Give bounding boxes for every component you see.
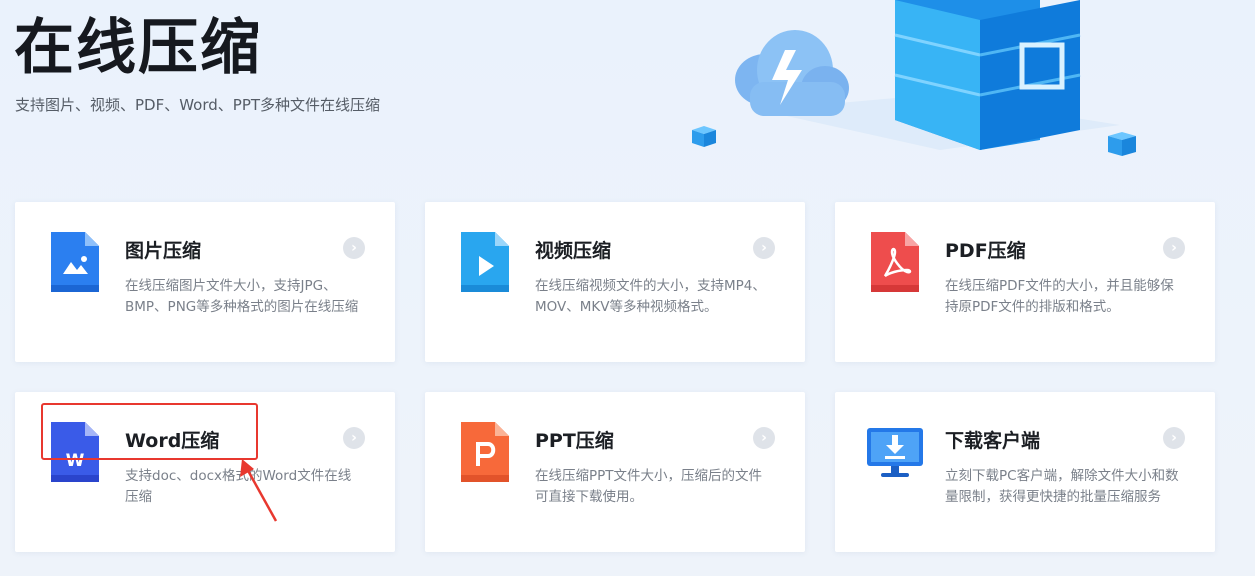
page-subtitle: 支持图片、视频、PDF、Word、PPT多种文件在线压缩 [15,96,381,114]
hero-illustration [692,0,1136,156]
download-monitor-icon [867,428,923,477]
card-title: 下载客户端 [945,430,1041,452]
video-file-icon [461,232,509,292]
card-description: 在线压缩PPT文件大小，压缩后的文件可直接下载使用。 [535,468,763,505]
card-download-client[interactable]: 下载客户端 立刻下载PC客户端，解除文件大小和数量限制，获得更快捷的批量压缩服务… [835,392,1215,552]
cloud-icon [735,30,849,116]
card-image-compress[interactable]: 图片压缩 在线压缩图片文件大小，支持JPG、BMP、PNG等多种格式的图片在线压… [15,202,395,362]
card-title: 图片压缩 [125,240,202,262]
small-cube-left-icon [692,126,716,147]
card-description: 立刻下载PC客户端，解除文件大小和数量限制，获得更快捷的批量压缩服务 [945,468,1179,505]
card-description: 在线压缩图片文件大小，支持JPG、BMP、PNG等多种格式的图片在线压缩 [125,278,359,315]
arrow-right-icon[interactable]: › [1163,237,1185,259]
pdf-file-icon [871,232,919,292]
arrow-right-icon[interactable]: › [1163,427,1185,449]
small-cube-right-icon [1108,132,1136,156]
page-title: 在线压缩 [14,13,262,83]
card-description: 在线压缩PDF文件的大小，并且能够保持原PDF文件的排版和格式。 [945,278,1174,315]
annotation-arrow-icon [240,459,278,522]
cube-icon [894,0,1081,150]
arrow-right-icon[interactable]: › [753,427,775,449]
card-ppt-compress[interactable]: PPT压缩 在线压缩PPT文件大小，压缩后的文件可直接下载使用。 › [425,392,805,552]
card-title: PPT压缩 [535,430,614,452]
arrow-right-icon[interactable]: › [343,237,365,259]
card-video-compress[interactable]: 视频压缩 在线压缩视频文件的大小，支持MP4、MOV、MKV等多种视频格式。 › [425,202,805,362]
card-pdf-compress[interactable]: PDF压缩 在线压缩PDF文件的大小，并且能够保持原PDF文件的排版和格式。 › [835,202,1215,362]
arrow-right-icon[interactable]: › [753,237,775,259]
ppt-file-icon [461,422,509,482]
annotation-highlight-box [41,403,258,460]
card-description: 在线压缩视频文件的大小，支持MP4、MOV、MKV等多种视频格式。 [535,278,766,315]
card-title: 视频压缩 [535,240,612,262]
image-file-icon [51,232,99,292]
arrow-right-icon[interactable]: › [343,427,365,449]
card-title: PDF压缩 [945,240,1026,262]
